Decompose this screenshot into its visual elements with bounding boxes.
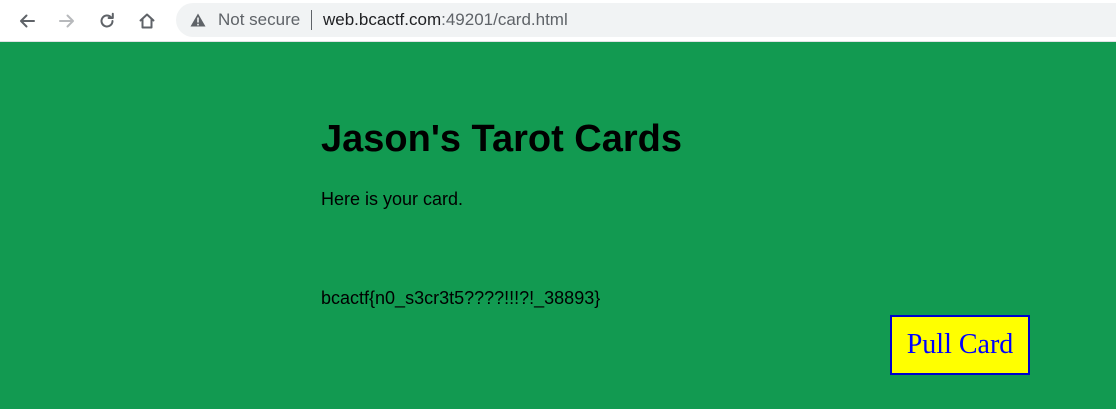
reload-icon (100, 12, 114, 28)
address-bar[interactable]: Not secure web.bcactf.com:49201/card.htm… (176, 3, 1116, 37)
intro-text: Here is your card. (321, 189, 464, 209)
browser-toolbar: Not secure web.bcactf.com:49201/card.htm… (0, 0, 1116, 42)
warning-triangle-icon[interactable] (190, 13, 206, 27)
reload-button[interactable] (93, 7, 121, 35)
url-path: :49201/card.html (441, 10, 568, 29)
url-host: web.bcactf.com (323, 10, 442, 29)
card-result-text: bcactf{n0_s3cr3t5????!!!?!_38893} (321, 288, 601, 308)
back-button[interactable] (13, 7, 41, 35)
page-title: Jason's Tarot Cards (321, 118, 682, 160)
url-text[interactable]: web.bcactf.com:49201/card.html (323, 10, 568, 30)
home-button[interactable] (133, 7, 161, 35)
address-separator (311, 10, 312, 30)
forward-arrow-icon (59, 14, 74, 28)
back-arrow-icon (20, 14, 35, 28)
page-content: Jason's Tarot Cards Here is your card. b… (0, 42, 1116, 409)
security-status-label[interactable]: Not secure (218, 10, 300, 30)
forward-button[interactable] (53, 7, 81, 35)
pull-card-button[interactable]: Pull Card (890, 315, 1030, 375)
home-icon (139, 13, 155, 29)
